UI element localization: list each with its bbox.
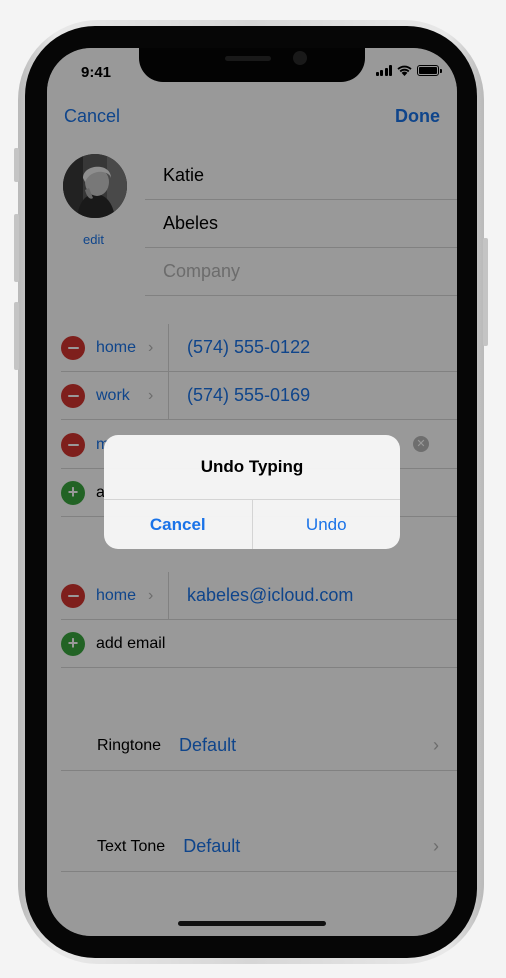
mute-switch bbox=[14, 148, 19, 182]
alert-undo-button[interactable]: Undo bbox=[253, 500, 401, 549]
volume-up-button bbox=[14, 214, 19, 282]
alert-buttons: Cancel Undo bbox=[104, 500, 400, 549]
undo-typing-alert: Undo Typing Cancel Undo bbox=[104, 435, 400, 549]
screen: 9:41 Cancel Done edit Katie Abeles Compa… bbox=[47, 48, 457, 936]
alert-title: Undo Typing bbox=[104, 435, 400, 500]
volume-down-button bbox=[14, 302, 19, 370]
power-button bbox=[483, 238, 488, 346]
alert-cancel-button[interactable]: Cancel bbox=[104, 500, 252, 549]
home-indicator[interactable] bbox=[178, 921, 326, 926]
